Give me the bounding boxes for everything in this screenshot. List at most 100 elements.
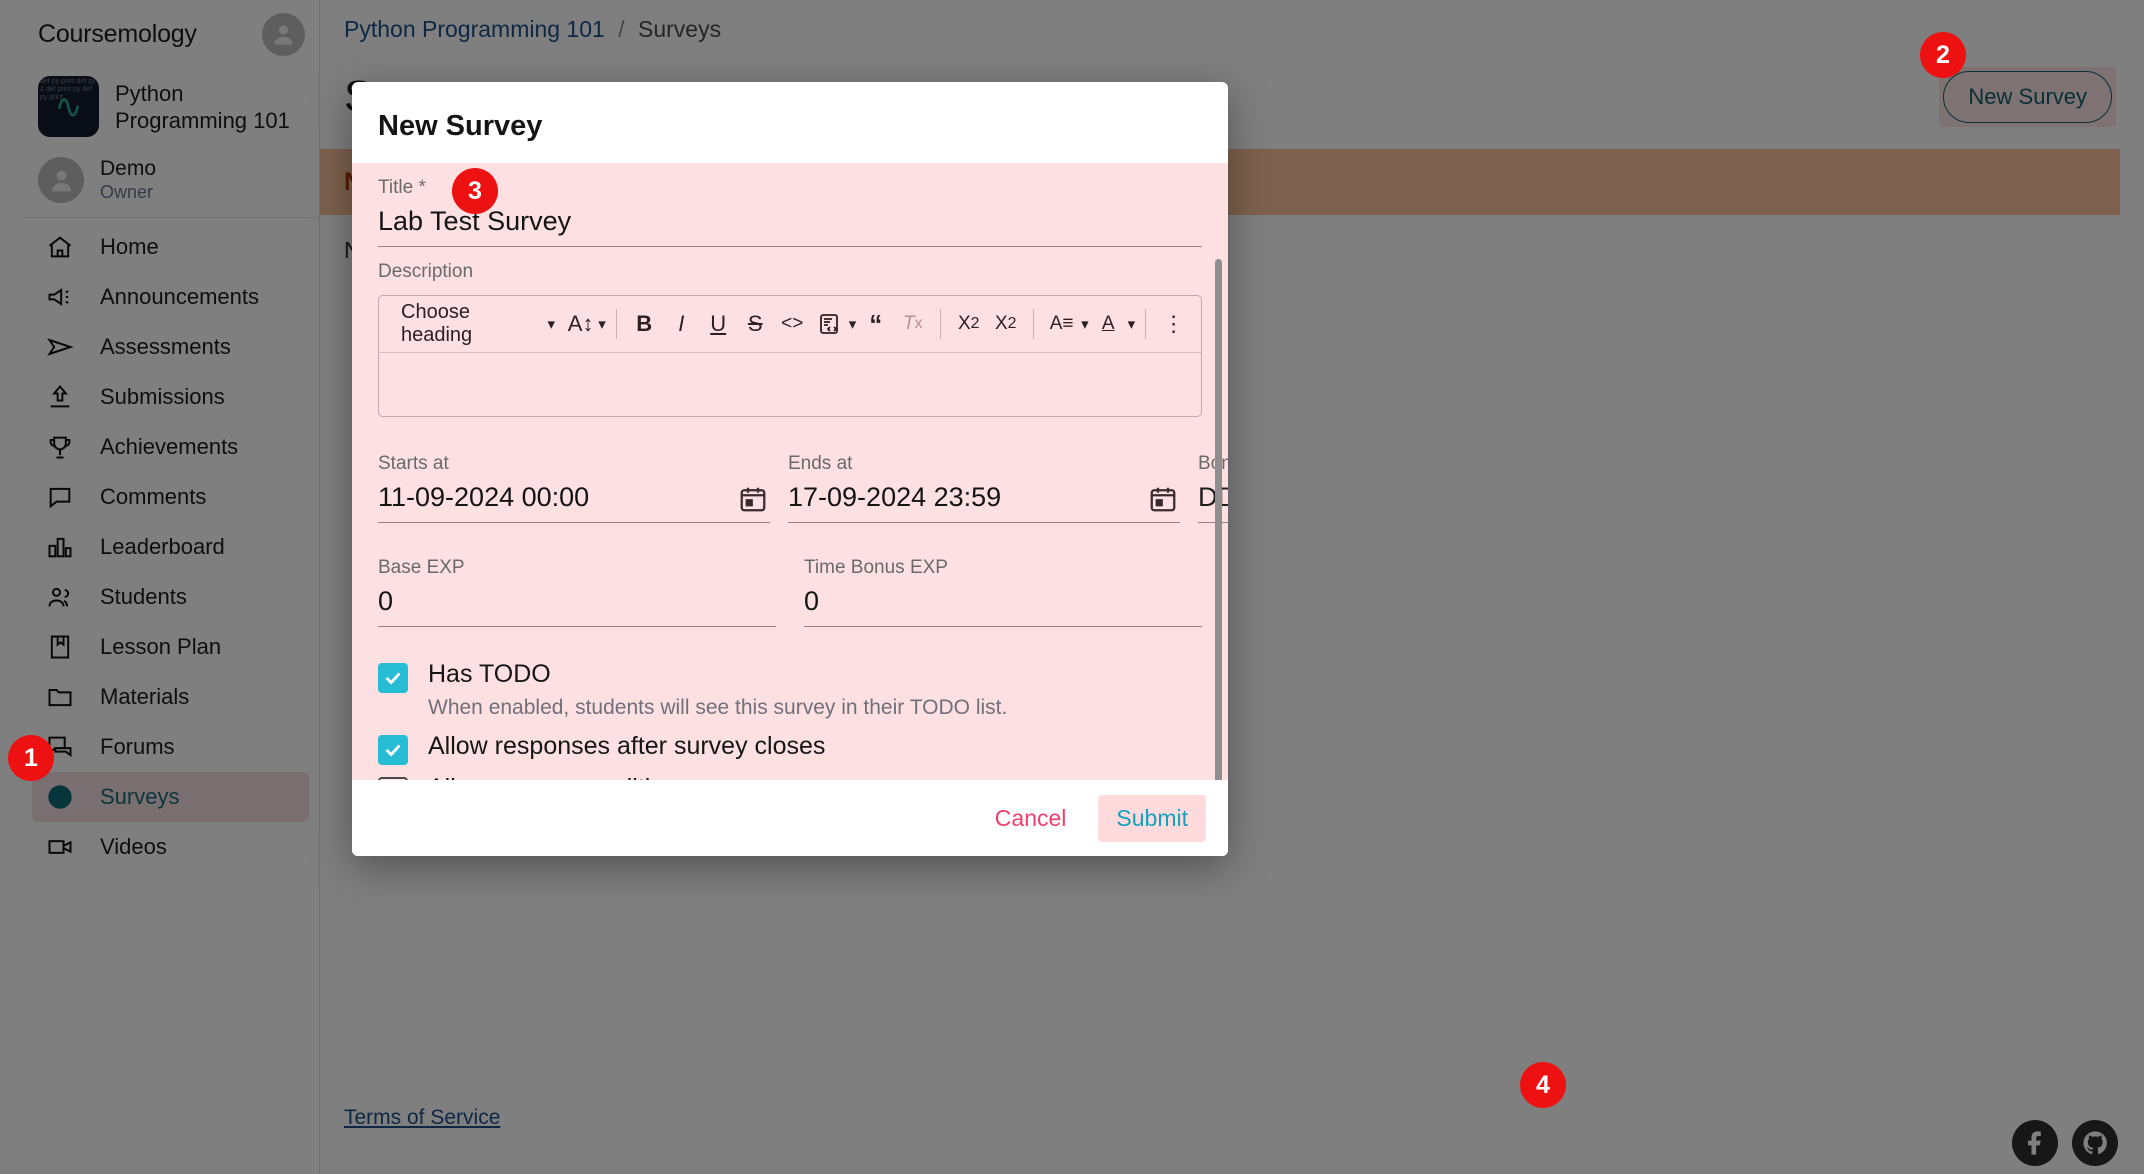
checkbox-row-allow-responses-after-close[interactable]: Allow responses after survey closes [378, 729, 1202, 765]
font-size-icon[interactable]: A↕ [565, 305, 596, 343]
facebook-icon[interactable] [2012, 1120, 2058, 1166]
sidebar: Coursemology def py print def py2 def pr… [22, 0, 320, 1174]
subscript-icon[interactable]: X2 [951, 305, 986, 343]
sidebar-item-materials[interactable]: Materials [32, 672, 309, 722]
chevron-down-icon[interactable]: ▾ [1081, 315, 1089, 333]
code-block-icon[interactable] [812, 305, 847, 343]
snake-glyph: ∿ [54, 87, 83, 126]
python-logo-icon: def py print def py2 def print py def py… [38, 76, 99, 137]
sidebar-item-label: Home [100, 234, 159, 259]
ends-at-field: Ends at [788, 439, 1180, 523]
ends-at-label: Ends at [788, 453, 853, 474]
underline-icon[interactable]: U [701, 305, 736, 343]
superscript-icon[interactable]: X2 [988, 305, 1023, 343]
app-root: Coursemology def py print def py2 def pr… [0, 0, 2144, 1174]
bonus-ends-at-wrap [1198, 475, 1228, 523]
sidebar-item-assessments[interactable]: Assessments [32, 322, 309, 372]
checkbox-row-has-todo[interactable]: Has TODO When enabled, students will see… [378, 657, 1202, 723]
chevron-down-icon: ▾ [547, 316, 555, 333]
sidebar-item-comments[interactable]: Comments [32, 472, 309, 522]
sidebar-item-label: Leaderboard [100, 534, 225, 559]
paper-plane-icon [46, 333, 74, 361]
avatar [38, 157, 84, 203]
sidebar-item-label: Comments [100, 484, 207, 509]
comment-icon [46, 483, 74, 511]
clear-formatting-icon[interactable]: Tx [895, 305, 930, 343]
sidebar-item-label: Lesson Plan [100, 634, 222, 659]
breadcrumb-current: Surveys [637, 16, 722, 42]
blockquote-icon[interactable]: “ [858, 305, 893, 343]
sidebar-item-achievements[interactable]: Achievements [32, 422, 309, 472]
sidebar-item-lesson-plan[interactable]: Lesson Plan [32, 622, 309, 672]
survey-title-input[interactable] [378, 199, 1202, 247]
ends-at-wrap [788, 475, 1180, 523]
scrollbar-thumb[interactable] [1215, 259, 1222, 780]
checkbox-label: Allow responses after survey closes [428, 732, 826, 760]
italic-icon[interactable]: I [664, 305, 699, 343]
calendar-icon[interactable] [1148, 484, 1178, 514]
heading-select-label: Choose heading [401, 301, 473, 346]
heading-select[interactable]: Choose heading ▾ [389, 301, 563, 347]
inline-code-icon[interactable]: <> [775, 305, 810, 343]
chevron-down-icon[interactable]: ▾ [598, 315, 606, 333]
checkbox-icon[interactable] [378, 663, 408, 693]
sidebar-item-label: Forums [100, 734, 175, 759]
github-icon[interactable] [2072, 1120, 2118, 1166]
brand-bar: Coursemology [22, 0, 319, 68]
chevron-down-icon[interactable]: ▾ [1128, 315, 1136, 333]
chevron-down-icon[interactable]: ▾ [849, 315, 857, 333]
sidebar-item-label: Announcements [100, 284, 259, 309]
sidebar-item-submissions[interactable]: Submissions [32, 372, 309, 422]
new-survey-highlight: New Survey [1939, 67, 2116, 127]
bold-icon[interactable]: B [627, 305, 662, 343]
user-name: Demo [100, 157, 157, 180]
checkbox-text: Allow responses after survey closes [428, 729, 825, 763]
sidebar-item-leaderboard[interactable]: Leaderboard [32, 522, 309, 572]
starts-at-wrap [378, 475, 770, 523]
new-survey-button[interactable]: New Survey [1943, 71, 2112, 123]
sidebar-nav: Home Announcements Assessments Submissio… [22, 218, 319, 872]
calendar-icon[interactable] [738, 484, 768, 514]
sidebar-item-forums[interactable]: Forums [32, 722, 309, 772]
checkbox-icon[interactable] [378, 735, 408, 765]
sidebar-item-students[interactable]: Students [32, 572, 309, 622]
user-row[interactable]: Demo Owner [22, 151, 319, 218]
sidebar-item-surveys[interactable]: Surveys [32, 772, 309, 822]
breadcrumb-course-link[interactable]: Python Programming 101 [344, 16, 605, 42]
course-header[interactable]: def py print def py2 def print py def py… [22, 68, 319, 151]
breadcrumb: Python Programming 101 / Surveys [320, 0, 2144, 43]
megaphone-icon [46, 283, 74, 311]
sidebar-item-announcements[interactable]: Announcements [32, 272, 309, 322]
bonus-ends-at-field: Bonus ends at [1198, 439, 1228, 523]
checkbox-label: Allow response editing [428, 771, 896, 780]
editor-toolbar: Choose heading ▾ A↕ ▾ B I U S <> ▾ “ T x… [379, 296, 1201, 352]
account-avatar[interactable] [262, 12, 305, 56]
starts-at-input[interactable] [378, 475, 732, 522]
dialog-scrollbar[interactable] [1215, 259, 1222, 780]
sidebar-item-label: Assessments [100, 334, 231, 359]
date-fields-row: Starts at Ends at Bo [378, 439, 1228, 523]
terms-of-service-link[interactable]: Terms of Service [344, 1106, 500, 1129]
ends-at-input[interactable] [788, 475, 1142, 522]
checkbox-text: Allow response editing Responses can be … [428, 771, 896, 780]
toolbar-divider [940, 309, 942, 339]
description-label: Description [378, 261, 474, 282]
description-text-area[interactable] [379, 352, 1201, 416]
submit-button[interactable]: Submit [1098, 795, 1206, 842]
upload-icon [46, 383, 74, 411]
bonus-ends-at-input[interactable] [1198, 475, 1228, 522]
text-align-icon[interactable]: A≡ [1044, 305, 1079, 343]
more-options-icon[interactable]: ⋮ [1156, 305, 1191, 343]
sidebar-item-videos[interactable]: Videos [32, 822, 309, 872]
checkbox-row-allow-response-editing[interactable]: Allow response editing Responses can be … [378, 771, 1202, 780]
cancel-button[interactable]: Cancel [977, 795, 1085, 842]
strikethrough-icon[interactable]: S [738, 305, 773, 343]
base-exp-input[interactable] [378, 579, 776, 627]
toolbar-divider [1145, 309, 1147, 339]
sidebar-item-label: Materials [100, 684, 190, 709]
checkbox-icon[interactable] [378, 777, 408, 780]
text-color-icon[interactable]: A [1091, 305, 1126, 343]
sidebar-item-home[interactable]: Home [32, 222, 309, 272]
user-role: Owner [100, 182, 154, 202]
time-bonus-exp-input[interactable] [804, 579, 1202, 627]
